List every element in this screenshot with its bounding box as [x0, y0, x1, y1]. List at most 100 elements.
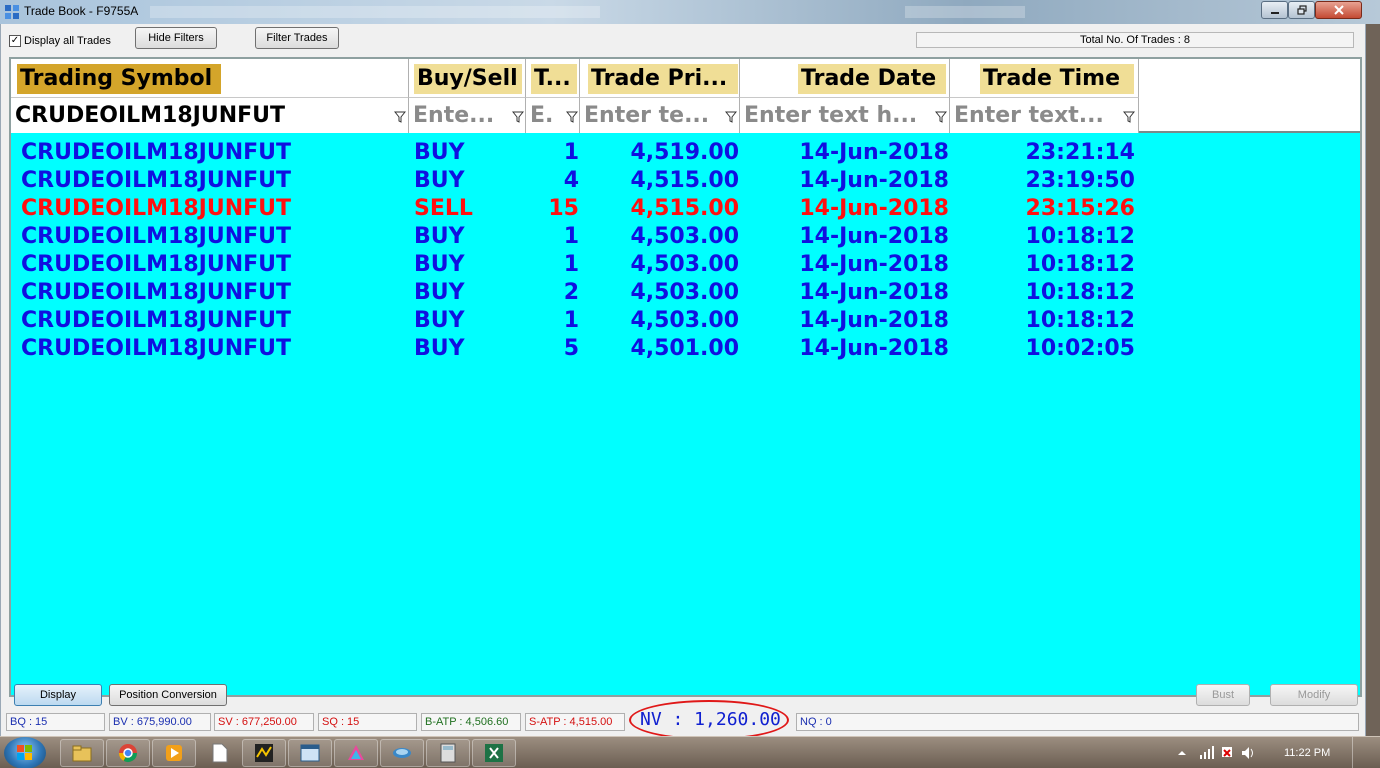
cell-quantity: 1	[563, 308, 579, 333]
filter-trade-date[interactable]: Enter text h...	[740, 97, 950, 133]
filter-funnel-icon[interactable]	[566, 111, 578, 123]
cell-trade-price: 4,515.00	[630, 168, 739, 193]
play-icon	[166, 745, 182, 761]
show-desktop-button[interactable]	[1352, 737, 1366, 768]
trade-book-window: ✓ Display all Trades Hide Filters Filter…	[0, 24, 1366, 740]
cell-trade-time: 10:18:12	[1025, 252, 1135, 277]
filter-trades-button[interactable]: Filter Trades	[255, 27, 339, 49]
filter-trade-price[interactable]: Enter te...	[580, 97, 740, 133]
table-row[interactable]: CRUDEOILM18JUNFUT BUY 1 4,503.00 14-Jun-…	[11, 251, 1360, 279]
table-row[interactable]: CRUDEOILM18JUNFUT SELL 15 4,515.00 14-Ju…	[11, 195, 1360, 223]
filter-funnel-icon[interactable]	[1123, 111, 1135, 123]
table-row[interactable]: CRUDEOILM18JUNFUT BUY 5 4,501.00 14-Jun-…	[11, 335, 1360, 363]
cell-trade-time: 10:02:05	[1025, 336, 1135, 361]
table-row[interactable]: CRUDEOILM18JUNFUT BUY 1 4,503.00 14-Jun-…	[11, 223, 1360, 251]
trade-grid: Trading Symbol CRUDEOILM18JUNFUT Buy/Sel…	[9, 57, 1362, 697]
minimize-button[interactable]	[1261, 1, 1288, 19]
filter-trade-date-placeholder[interactable]: Enter text h...	[744, 102, 929, 130]
filter-trading-symbol[interactable]: CRUDEOILM18JUNFUT	[11, 97, 409, 133]
cell-trade-price: 4,519.00	[630, 140, 739, 165]
filter-buy-sell-placeholder[interactable]: Ente...	[413, 102, 507, 130]
filter-quantity-placeholder[interactable]: E.	[530, 102, 560, 130]
position-conversion-button[interactable]: Position Conversion	[109, 684, 227, 706]
modify-button[interactable]: Modify	[1270, 684, 1358, 706]
cell-quantity: 1	[563, 140, 579, 165]
table-row[interactable]: CRUDEOILM18JUNFUT BUY 1 4,503.00 14-Jun-…	[11, 307, 1360, 335]
column-header-trading-symbol[interactable]: Trading Symbol	[11, 59, 409, 97]
column-header-label: Trading Symbol	[17, 64, 221, 94]
hide-filters-button[interactable]: Hide Filters	[135, 27, 217, 49]
cell-trading-symbol: CRUDEOILM18JUNFUT	[21, 140, 292, 165]
filter-trade-time[interactable]: Enter text...	[950, 97, 1139, 133]
close-button[interactable]	[1315, 1, 1362, 19]
cell-trade-time: 23:21:14	[1025, 140, 1135, 165]
network-icon[interactable]	[380, 739, 424, 767]
start-button[interactable]	[4, 737, 46, 768]
cell-trading-symbol: CRUDEOILM18JUNFUT	[21, 224, 292, 249]
filter-trade-time-placeholder[interactable]: Enter text...	[954, 102, 1116, 130]
chart-app-icon	[255, 744, 273, 762]
filter-trade-price-placeholder[interactable]: Enter te...	[584, 102, 718, 130]
trading-app-icon[interactable]	[242, 739, 286, 767]
column-header-trade-time[interactable]: Trade Time	[950, 59, 1139, 97]
tray-arrow-icon	[1178, 751, 1186, 755]
highlight-annotation	[629, 700, 789, 740]
cell-trade-time: 23:15:26	[1025, 196, 1135, 221]
column-header-buy-sell[interactable]: Buy/Sell	[409, 59, 526, 97]
column-header-trade-price[interactable]: Trade Pri...	[580, 59, 740, 97]
bust-button[interactable]: Bust	[1196, 684, 1250, 706]
restore-button[interactable]	[1288, 1, 1315, 19]
document-icon[interactable]	[198, 739, 242, 767]
column-header-label: Trade Date	[798, 64, 946, 94]
filter-funnel-icon[interactable]	[512, 111, 524, 123]
column-header-label: Trade Time	[980, 64, 1134, 94]
paint-icon[interactable]	[334, 739, 378, 767]
cell-trade-date: 14-Jun-2018	[799, 336, 949, 361]
filter-quantity[interactable]: E.	[526, 97, 580, 133]
title-bar: Trade Book - F9755A	[0, 0, 1380, 24]
cell-buy-sell: SELL	[414, 196, 473, 221]
filter-funnel-icon[interactable]	[725, 111, 737, 123]
cell-trading-symbol: CRUDEOILM18JUNFUT	[21, 252, 292, 277]
cell-buy-sell: BUY	[414, 280, 465, 305]
display-all-trades-checkbox[interactable]: ✓ Display all Trades	[9, 35, 111, 47]
table-row[interactable]: CRUDEOILM18JUNFUT BUY 4 4,515.00 14-Jun-…	[11, 167, 1360, 195]
cell-trade-date: 14-Jun-2018	[799, 168, 949, 193]
table-row[interactable]: CRUDEOILM18JUNFUT BUY 1 4,519.00 14-Jun-…	[11, 139, 1360, 167]
window-icon[interactable]	[288, 739, 332, 767]
cell-trade-time: 10:18:12	[1025, 280, 1135, 305]
calculator-icon[interactable]	[426, 739, 470, 767]
media-player-icon[interactable]	[152, 739, 196, 767]
cell-trade-price: 4,503.00	[630, 224, 739, 249]
column-header-trade-date[interactable]: Trade Date	[740, 59, 950, 97]
status-sell-atp: S-ATP : 4,515.00	[525, 713, 625, 731]
cell-trade-date: 14-Jun-2018	[799, 252, 949, 277]
status-buy-value: BV : 675,990.00	[109, 713, 211, 731]
display-all-trades-label: Display all Trades	[24, 35, 111, 47]
filter-funnel-icon[interactable]	[394, 111, 406, 123]
cell-trade-time: 23:19:50	[1025, 168, 1135, 193]
status-buy-quantity: BQ : 15	[6, 713, 105, 731]
cell-trading-symbol: CRUDEOILM18JUNFUT	[21, 336, 292, 361]
chrome-icon[interactable]	[106, 739, 150, 767]
cell-trade-price: 4,503.00	[630, 252, 739, 277]
minimize-icon	[1270, 12, 1279, 14]
cell-quantity: 4	[563, 168, 579, 193]
total-trades-count: Total No. Of Trades : 8	[916, 32, 1354, 48]
table-row[interactable]: CRUDEOILM18JUNFUT BUY 2 4,503.00 14-Jun-…	[11, 279, 1360, 307]
spreadsheet-icon	[485, 744, 503, 762]
excel-icon[interactable]	[472, 739, 516, 767]
cell-trade-price: 4,503.00	[630, 308, 739, 333]
windows-explorer-icon[interactable]	[60, 739, 104, 767]
display-button[interactable]: Display	[14, 684, 102, 706]
column-header-quantity[interactable]: T...	[526, 59, 580, 97]
checkbox-check-icon[interactable]: ✓	[9, 35, 21, 47]
cell-quantity: 2	[563, 280, 579, 305]
filter-buy-sell[interactable]: Ente...	[409, 97, 526, 133]
filter-trading-symbol-value[interactable]: CRUDEOILM18JUNFUT	[15, 102, 375, 130]
taskbar-clock[interactable]: 11:22 PM	[1284, 747, 1330, 759]
cell-trading-symbol: CRUDEOILM18JUNFUT	[21, 280, 292, 305]
filter-funnel-icon[interactable]	[935, 111, 947, 123]
title-bar-background	[905, 6, 1025, 18]
signal-icon	[1200, 746, 1214, 759]
